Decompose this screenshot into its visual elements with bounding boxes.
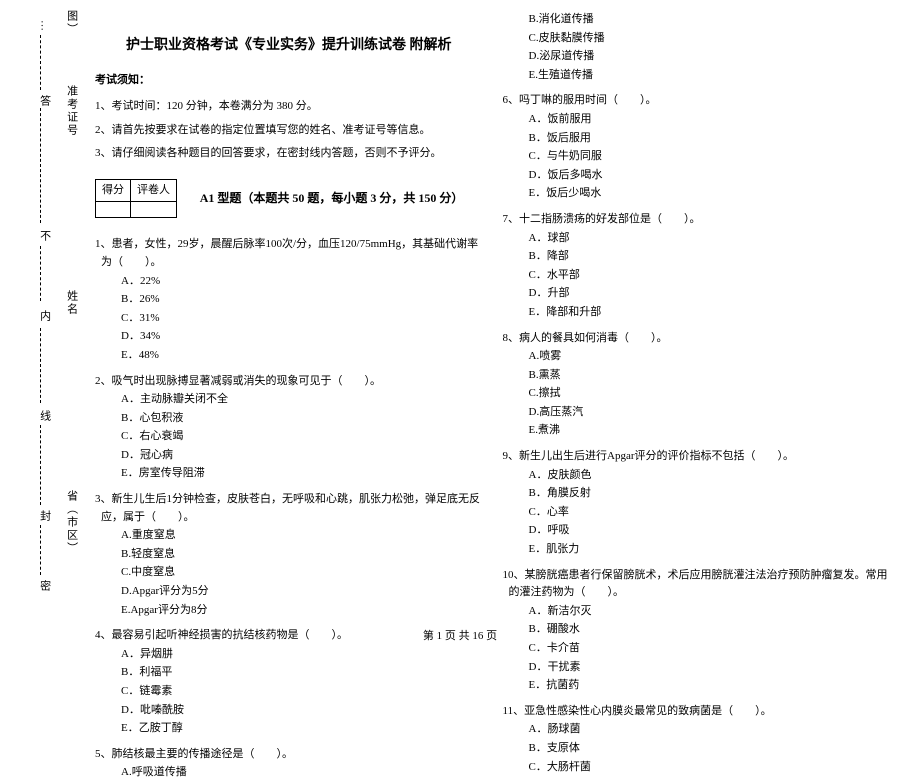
question-option: B．硼酸水 (503, 621, 891, 639)
question-option: A．球部 (503, 230, 891, 248)
question-option: D．冠心病 (95, 447, 483, 465)
question-option: D．饭后多喝水 (503, 167, 891, 185)
question-option: A．饭前服用 (503, 111, 891, 129)
question-option: E．饭后少喝水 (503, 185, 891, 203)
instruction-line: 3、请仔细阅读各种题目的回答要求，在密封线内答题，否则不予评分。 (95, 145, 483, 163)
ticket-label: 准考证号 (62, 85, 80, 137)
question-option: B.消化道传播 (503, 11, 891, 29)
exam-title: 护士职业资格考试《专业实务》提升训练试卷 附解析 (95, 35, 483, 57)
question-option: D．干扰素 (503, 659, 891, 677)
right-column: B.消化道传播C.皮肤黏膜传播D.泌尿道传播E.生殖道传播 6、吗丁啉的服用时间… (493, 10, 901, 620)
question-option: E．乙胺丁醇 (95, 720, 483, 738)
question-option: C.擦拭 (503, 385, 891, 403)
region-label: 省（市区） (62, 490, 80, 555)
seal-char: 内 (35, 310, 53, 321)
score-table: 得分 评卷人 (95, 179, 177, 219)
questions-right: 6、吗丁啉的服用时间（ ）。A．饭前服用B．饭后服用C．与牛奶同服D．饭后多喝水… (503, 92, 891, 776)
question-option: B．利福平 (95, 664, 483, 682)
grader-cell: 评卷人 (131, 179, 177, 202)
question-option: D.高压蒸汽 (503, 404, 891, 422)
seal-line (40, 35, 41, 90)
question-option: C．与牛奶同服 (503, 148, 891, 166)
question-stem: 9、新生儿出生后进行Apgar评分的评价指标不包括（ ）。 (503, 448, 891, 466)
question-stem: 5、肺结核最主要的传播途径是（ ）。 (95, 746, 483, 764)
question-stem: 8、病人的餐具如何消毒（ ）。 (503, 330, 891, 348)
question-option: E.煮沸 (503, 422, 891, 440)
question-option: C.中度窒息 (95, 564, 483, 582)
question-option: A.重度窒息 (95, 527, 483, 545)
question-option: C．31% (95, 310, 483, 328)
question-option: A．皮肤颜色 (503, 467, 891, 485)
question-option: D.泌尿道传播 (503, 48, 891, 66)
instruction-line: 2、请首先按要求在试卷的指定位置填写您的姓名、准考证号等信息。 (95, 122, 483, 140)
question-option: A．22% (95, 273, 483, 291)
question-option: B．角膜反射 (503, 485, 891, 503)
left-column: 护士职业资格考试《专业实务》提升训练试卷 附解析 考试须知： 1、考试时间：12… (85, 10, 493, 620)
question-option: A．新洁尔灭 (503, 603, 891, 621)
question-stem: 1、患者，女性，29岁，晨醒后脉率100次/分，血压120/75mmHg，其基础… (95, 236, 483, 271)
section-a1-heading: A1 型题（本题共 50 题，每小题 3 分，共 150 分） (200, 189, 464, 208)
grader-blank (131, 202, 177, 218)
question-option: B．26% (95, 291, 483, 309)
seal-line (40, 108, 41, 223)
question-option: D．吡嗪酰胺 (95, 702, 483, 720)
question-option: C.皮肤黏膜传播 (503, 30, 891, 48)
question-option: E．降部和升部 (503, 304, 891, 322)
question-stem: 6、吗丁啉的服用时间（ ）。 (503, 92, 891, 110)
question-stem: 10、某膀胱癌患者行保留膀胱术，术后应用膀胱灌注法治疗预防肿瘤复发。常用的灌注药… (503, 567, 891, 602)
seal-char: 不 (35, 230, 53, 241)
question-option: A.呼吸道传播 (95, 764, 483, 782)
question-option: E．肌张力 (503, 541, 891, 559)
instruction-line: 1、考试时间：120 分钟，本卷满分为 380 分。 (95, 98, 483, 116)
content-area: 护士职业资格考试《专业实务》提升训练试卷 附解析 考试须知： 1、考试时间：12… (80, 0, 920, 620)
question-option: B．心包积液 (95, 410, 483, 428)
question-option: D．34% (95, 328, 483, 346)
question-option: B.熏蒸 (503, 367, 891, 385)
question-option: A．主动脉瓣关闭不全 (95, 391, 483, 409)
notice-heading: 考试须知： (95, 72, 483, 90)
question-option: C．卡介苗 (503, 640, 891, 658)
question-option: D.Apgar评分为5分 (95, 583, 483, 601)
question-option: A．肠球菌 (503, 721, 891, 739)
question-option: A．异烟肼 (95, 646, 483, 664)
score-cell: 得分 (96, 179, 131, 202)
seal-line (40, 328, 41, 403)
questions-left: 1、患者，女性，29岁，晨醒后脉率100次/分，血压120/75mmHg，其基础… (95, 236, 483, 782)
question-stem: 3、新生儿生后1分钟检查，皮肤苍白，无呼吸和心跳，肌张力松弛，弹足底无反应，属于… (95, 491, 483, 526)
score-blank (96, 202, 131, 218)
question-stem: 2、吸气时出现脉搏显著减弱或消失的现象可见于（ ）。 (95, 373, 483, 391)
question-option: B．饭后服用 (503, 130, 891, 148)
question-option: E．48% (95, 347, 483, 365)
question-option: B.轻度窒息 (95, 546, 483, 564)
question-option: C．心率 (503, 504, 891, 522)
seal-line (40, 246, 41, 301)
question-option: A.喷雾 (503, 348, 891, 366)
seal-char: … (35, 20, 53, 31)
question-option: B．降部 (503, 248, 891, 266)
question-option: B．支原体 (503, 740, 891, 758)
question-option: C．大肠杆菌 (503, 759, 891, 777)
question-option: E．房室传导阻滞 (95, 465, 483, 483)
corner-label: 图） (62, 10, 80, 36)
question-option: D．呼吸 (503, 522, 891, 540)
binding-margin: 图） 准考证号 姓名 省（市区） … 答 不 内 线 封 密 (0, 0, 80, 620)
section-header-row: 得分 评卷人 A1 型题（本题共 50 题，每小题 3 分，共 150 分） (95, 169, 483, 229)
question-option: C．链霉素 (95, 683, 483, 701)
seal-line (40, 425, 41, 505)
name-label: 姓名 (62, 290, 80, 316)
seal-char: 线 (35, 410, 53, 421)
seal-char: 答 (35, 95, 53, 106)
question-stem: 11、亚急性感染性心内膜炎最常见的致病菌是（ ）。 (503, 703, 891, 721)
seal-char: 密 (35, 580, 53, 591)
question-option: E．抗菌药 (503, 677, 891, 695)
question-stem: 7、十二指肠溃疡的好发部位是（ ）。 (503, 211, 891, 229)
seal-char: 封 (35, 510, 53, 521)
seal-line (40, 525, 41, 575)
q5-continuation: B.消化道传播C.皮肤黏膜传播D.泌尿道传播E.生殖道传播 (503, 11, 891, 84)
question-option: D．升部 (503, 285, 891, 303)
question-option: E.生殖道传播 (503, 67, 891, 85)
question-option: E.Apgar评分为8分 (95, 602, 483, 620)
question-option: C．右心衰竭 (95, 428, 483, 446)
question-option: C．水平部 (503, 267, 891, 285)
